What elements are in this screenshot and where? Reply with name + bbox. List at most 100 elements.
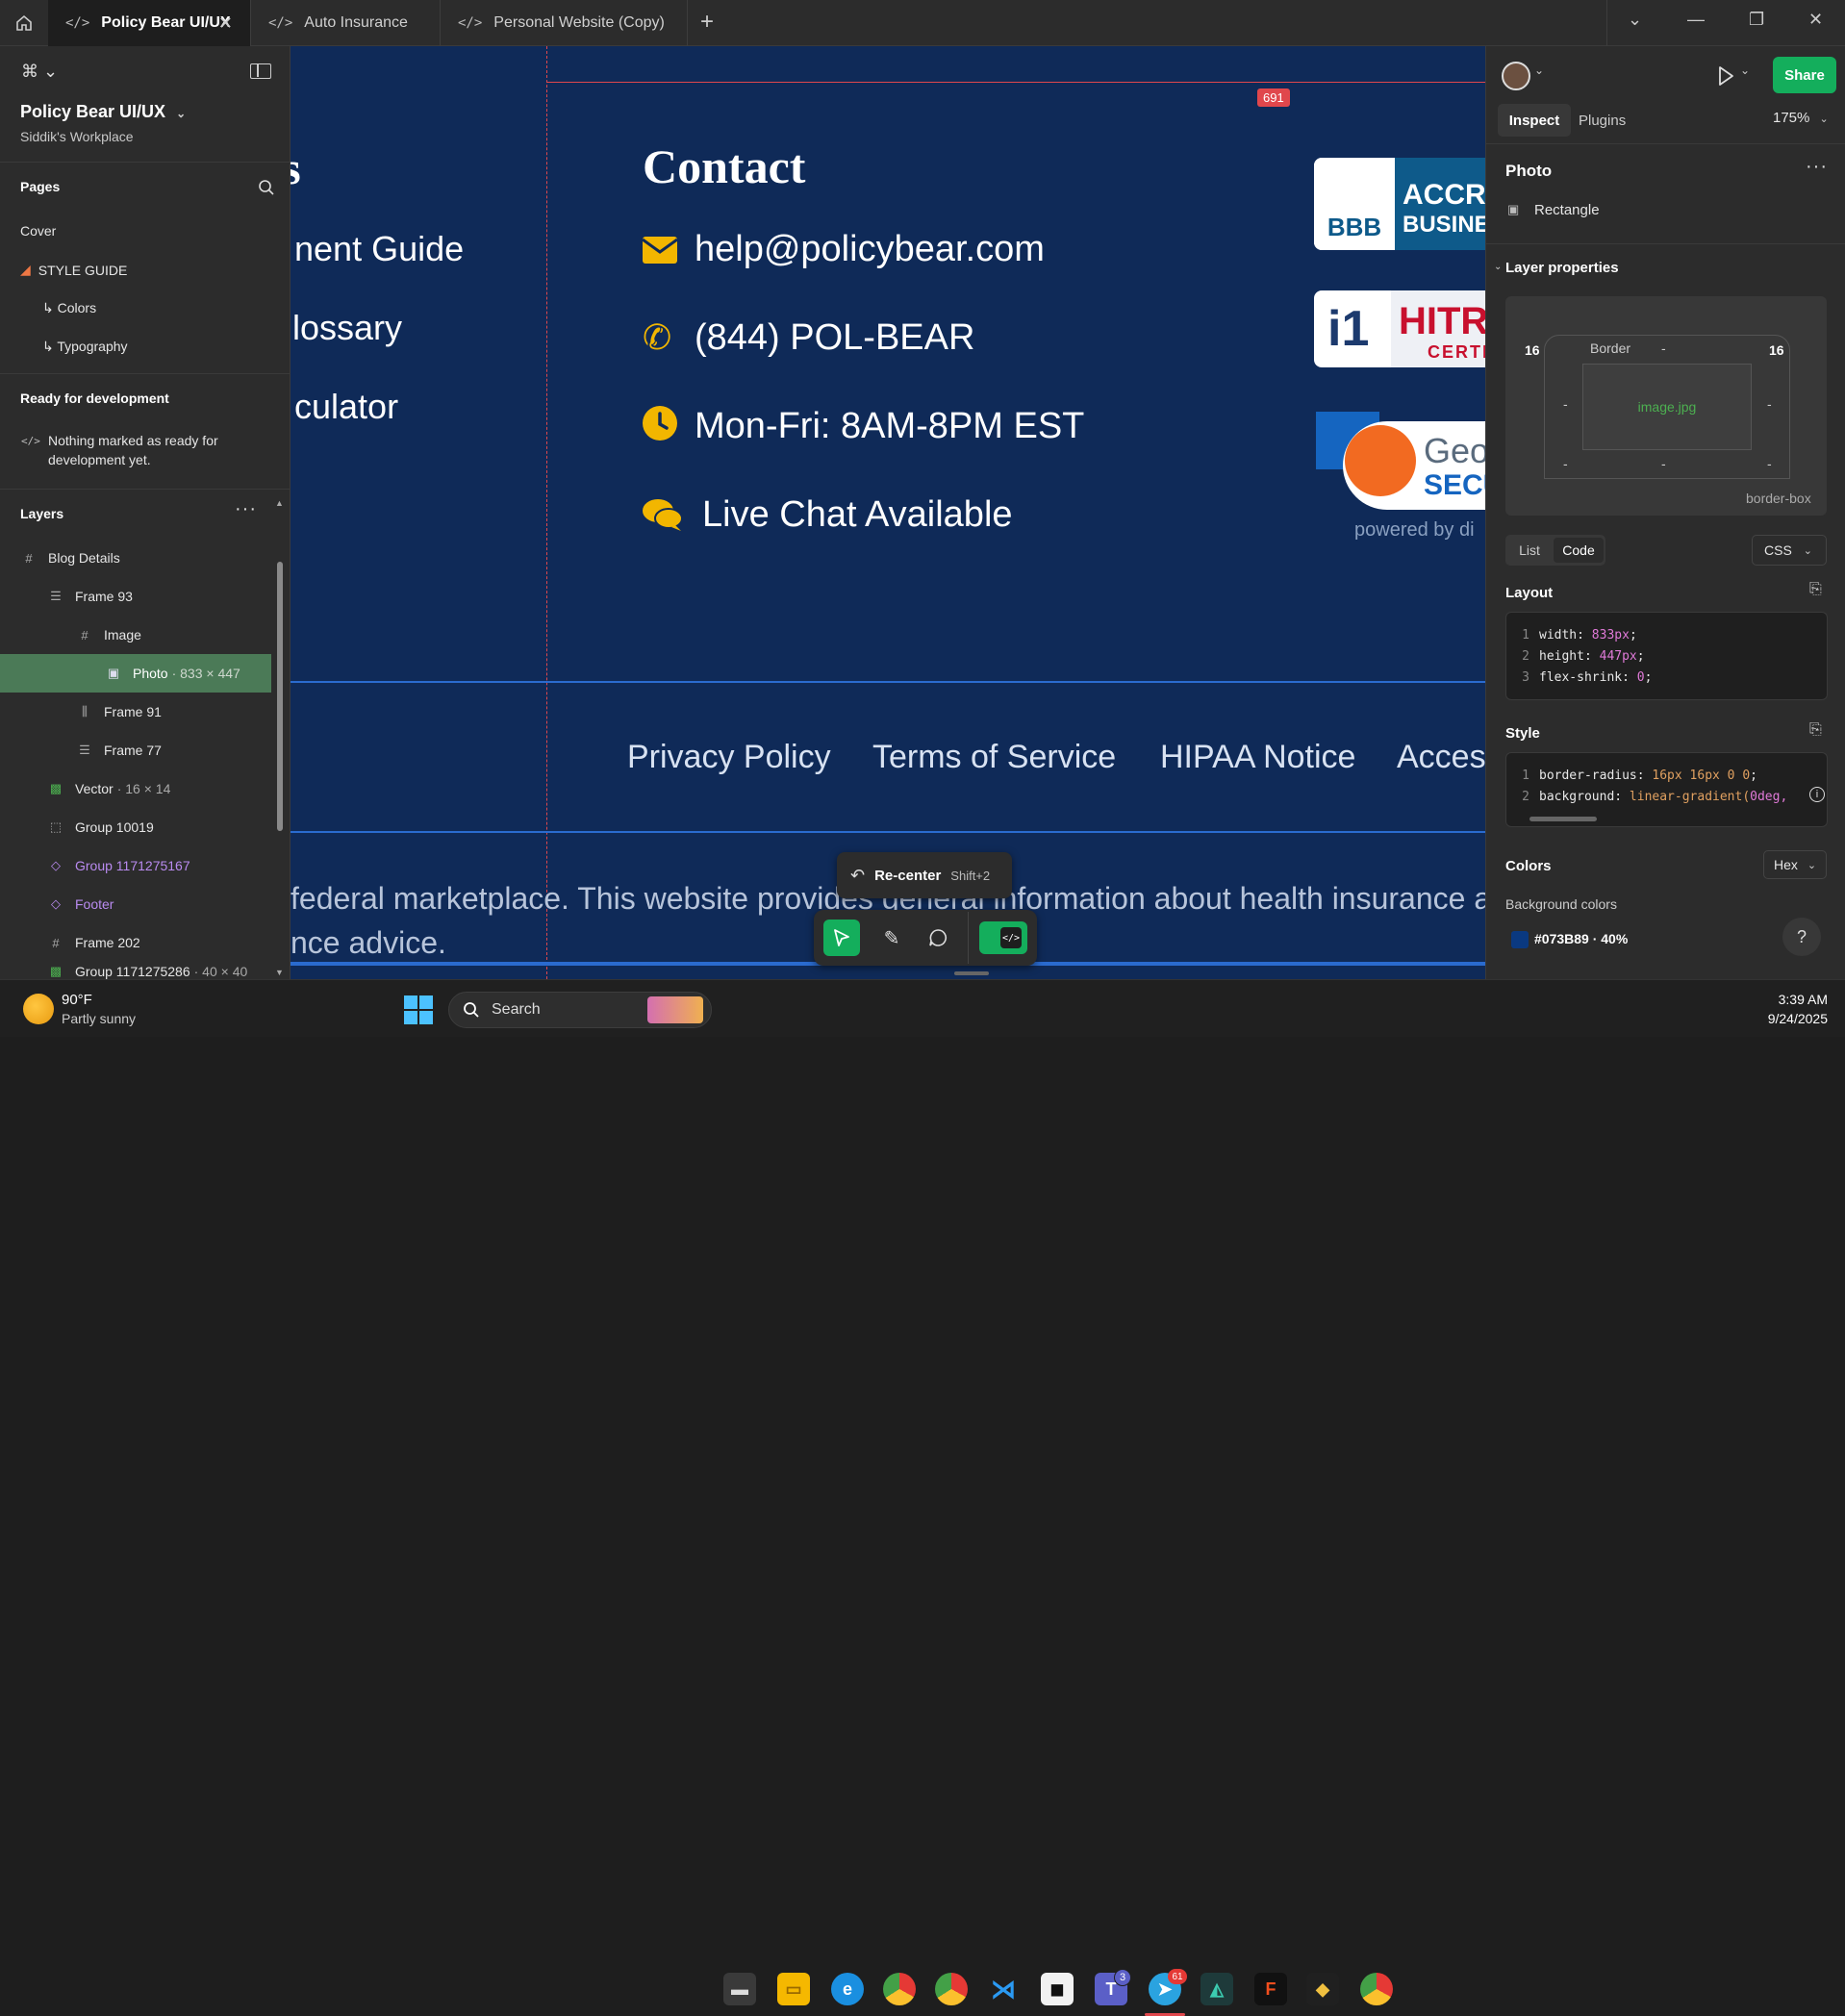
page-typography[interactable]: ↳ Typography (42, 339, 128, 355)
geotrust-text-1: GeoT (1424, 431, 1485, 470)
tab-inspect[interactable]: Inspect (1498, 104, 1571, 137)
layer-name: Footer (75, 896, 114, 912)
layer-photo[interactable]: ▣ Photo · 833 × 447 (0, 654, 271, 693)
list-view-tab[interactable]: List (1509, 539, 1550, 562)
search-icon[interactable] (258, 179, 275, 196)
layer-group-10019[interactable]: ⬚ Group 10019 (0, 808, 271, 846)
sidebar-toggle-icon[interactable] (250, 63, 271, 79)
layer-frame-77[interactable]: ☰ Frame 77 (0, 731, 271, 769)
layer-name: Frame 77 (104, 743, 162, 758)
notion-like-icon[interactable]: ◼ (1041, 1973, 1074, 2005)
chevron-down-icon[interactable]: ⌄ (1534, 63, 1544, 77)
layer-frame-91[interactable]: ⫼ Frame 91 (0, 693, 271, 731)
dev-mode-toggle[interactable]: </> (979, 921, 1027, 954)
info-icon[interactable]: i (1809, 787, 1825, 802)
weather-icon[interactable] (23, 994, 54, 1024)
restore-icon[interactable]: ❐ (1749, 10, 1764, 30)
language-select[interactable]: CSS ⌄ (1752, 535, 1827, 566)
figma-icon[interactable]: F (1254, 1973, 1287, 2005)
disclaimer-line-2: nce advice. (291, 925, 446, 960)
weather-temp[interactable]: 90°F (62, 992, 92, 1008)
chrome-icon[interactable] (935, 1973, 968, 2005)
divider (1486, 243, 1845, 244)
pinned-app-icon[interactable]: ◆ (1306, 1973, 1339, 2005)
taskbar-search[interactable]: Search (448, 992, 712, 1028)
measure-line (546, 82, 1485, 83)
code-view-tab[interactable]: Code (1554, 538, 1604, 563)
style-code[interactable]: 1 border-radius: 16px 16px 0 0; 2 backgrou… (1505, 752, 1828, 827)
comment-tool-button[interactable] (920, 920, 956, 956)
border-right-value: - (1767, 396, 1772, 412)
weather-desc[interactable]: Partly sunny (62, 1011, 136, 1026)
chevron-down-icon[interactable]: ⌄ (1628, 10, 1642, 30)
layer-frame-93[interactable]: ☰ Frame 93 (0, 577, 271, 616)
frame-icon: # (25, 550, 33, 566)
ai-app-icon[interactable]: ◭ (1201, 1973, 1233, 2005)
color-format-select[interactable]: Hex ⌄ (1763, 850, 1827, 879)
component-icon: ◇ (51, 896, 61, 911)
layer-vector[interactable]: ▩ Vector · 16 × 14 (0, 769, 271, 808)
page-cover[interactable]: Cover (20, 223, 56, 239)
border-top-value: - (1661, 340, 1666, 356)
edge-icon[interactable]: e (831, 1973, 864, 2005)
layer-group-1171275167[interactable]: ◇ Group 1171275167 (0, 846, 271, 885)
layer-frame-202[interactable]: # Frame 202 (0, 923, 271, 962)
chevron-down-icon[interactable]: ⌄ (1740, 63, 1750, 77)
nav-link: nent Guide (294, 229, 465, 268)
copy-icon[interactable]: ⎘ (1809, 581, 1822, 598)
design-canvas[interactable]: 691 s nent Guide lossary culator Contact… (291, 46, 1485, 979)
code-scrollbar[interactable] (1529, 817, 1597, 821)
color-value[interactable]: #073B89 · 40% (1534, 931, 1628, 946)
more-icon[interactable]: ··· (235, 498, 257, 520)
minimize-icon[interactable]: — (1687, 10, 1705, 30)
avatar[interactable] (1502, 62, 1530, 90)
task-view-icon[interactable]: ▬ (723, 1973, 756, 2005)
clock-date[interactable]: 9/24/2025 (1728, 1011, 1828, 1026)
divider (0, 489, 291, 490)
footer-link-terms: Terms of Service (872, 739, 1117, 775)
tab-policy-bear[interactable]: </> Policy Bear UI/UX ✕ (48, 0, 250, 46)
chrome-profile-icon[interactable] (883, 1973, 916, 2005)
close-window-icon[interactable]: ✕ (1808, 10, 1823, 30)
search-placeholder: Search (492, 1001, 541, 1018)
resize-handle[interactable] (954, 971, 989, 975)
color-swatch[interactable] (1511, 931, 1529, 948)
layers-scrollbar[interactable]: ▲ ▼ (275, 498, 285, 979)
inspect-panel: ⌄ ⌄ Share Inspect Plugins 175% ⌄ Photo ·… (1485, 46, 1845, 979)
layer-name: Image (104, 627, 141, 643)
chevron-down-icon[interactable]: ⌄ (1494, 262, 1502, 272)
layer-group-1171275286[interactable]: ▩ Group 1171275286 · 40 × 40 (0, 962, 271, 979)
pen-tool-icon[interactable]: ✎ (873, 920, 910, 956)
page-style-guide[interactable]: ◢ STYLE GUIDE (20, 262, 127, 278)
tab-auto-insurance[interactable]: </> Auto Insurance (251, 0, 440, 46)
page-colors[interactable]: ↳ Colors (42, 300, 96, 316)
windows-start-icon[interactable] (404, 995, 433, 1024)
chrome-profile-icon[interactable] (1360, 1973, 1393, 2005)
layer-blog-details[interactable]: # Blog Details (0, 539, 271, 577)
play-icon[interactable] (1717, 65, 1734, 87)
layer-image[interactable]: # Image (0, 616, 271, 654)
vscode-icon[interactable]: ⋊ (987, 1973, 1020, 2005)
layer-name: Photo (133, 666, 168, 681)
new-tab-icon[interactable]: + (700, 9, 714, 36)
home-button[interactable] (0, 0, 48, 46)
file-explorer-icon[interactable]: ▭ (777, 1973, 810, 2005)
zoom-level[interactable]: 175% ⌄ (1773, 110, 1829, 126)
layout-code[interactable]: 1 width: 833px; 2 height: 447px; 3 flex-shr… (1505, 612, 1828, 700)
tab-label: Personal Website (Copy) (493, 14, 665, 31)
recenter-button[interactable]: ↶ Re-center Shift+2 (837, 852, 1012, 898)
project-title[interactable]: Policy Bear UI/UX ⌄ (20, 102, 186, 122)
clock-time[interactable]: 3:39 AM (1728, 992, 1828, 1007)
more-icon[interactable]: ··· (1806, 156, 1828, 178)
divider (0, 162, 291, 163)
layer-footer[interactable]: ◇ Footer (0, 885, 271, 923)
close-tab-icon[interactable]: ✕ (218, 13, 233, 34)
copy-icon[interactable]: ⎘ (1809, 721, 1822, 739)
selection-title: Photo (1505, 162, 1553, 180)
share-button[interactable]: Share (1773, 57, 1836, 93)
figma-menu-icon[interactable]: ⌘ ⌄ (21, 62, 58, 82)
move-tool-button[interactable] (823, 920, 860, 956)
help-button[interactable]: ? (1782, 918, 1821, 956)
tab-personal-website[interactable]: </> Personal Website (Copy) (441, 0, 687, 46)
tab-plugins[interactable]: Plugins (1579, 104, 1626, 137)
